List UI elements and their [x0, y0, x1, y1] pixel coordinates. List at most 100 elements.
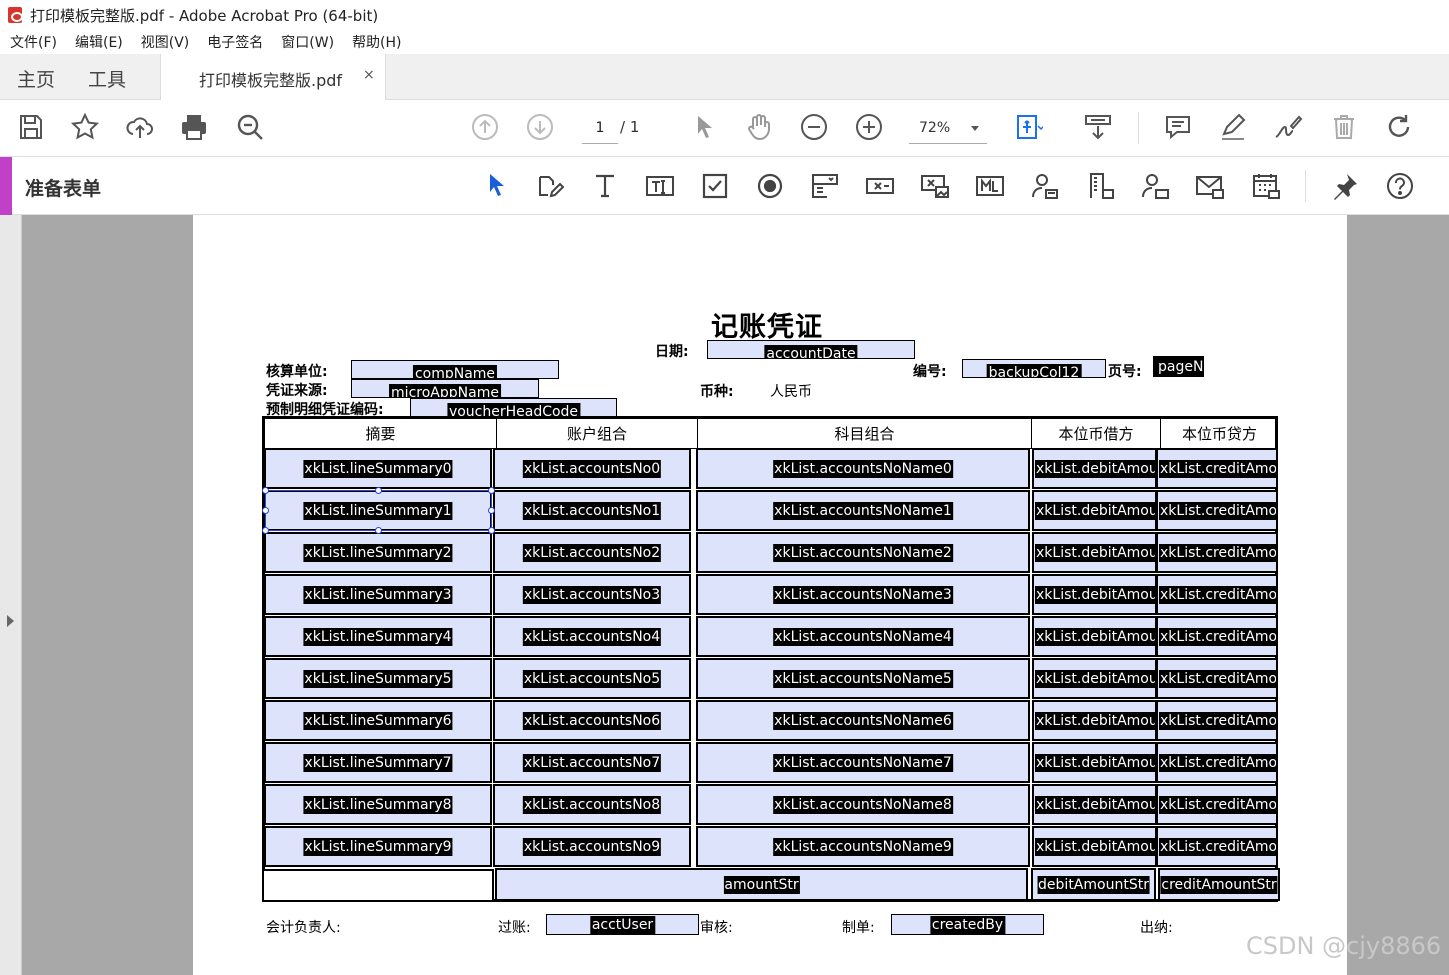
debit-amount-field[interactable]: xkList.debitAmour	[1032, 574, 1157, 615]
debit-amount-field[interactable]: xkList.debitAmour	[1032, 784, 1157, 825]
debit-amount-field[interactable]: xkList.debitAmour	[1032, 742, 1157, 783]
resize-handle[interactable]	[488, 507, 495, 514]
accounts-no-name-field[interactable]: xkList.accountsNoName1	[696, 490, 1030, 531]
credit-amount-field[interactable]: xkList.creditAmou	[1156, 490, 1278, 531]
credit-amount-field[interactable]: xkList.creditAmou	[1156, 700, 1278, 741]
credit-amount-field[interactable]: xkList.creditAmou	[1156, 616, 1278, 657]
accounts-no-field[interactable]: xkList.accountsNo0	[493, 448, 691, 489]
menu-esign[interactable]: 电子签名	[207, 32, 263, 52]
credit-amount-field[interactable]: xkList.creditAmou	[1156, 784, 1278, 825]
accounts-no-name-field[interactable]: xkList.accountsNoName0	[696, 448, 1030, 489]
accounts-no-name-field[interactable]: xkList.accountsNoName8	[696, 784, 1030, 825]
radio-icon[interactable]	[755, 171, 785, 201]
menu-window[interactable]: 窗口(W)	[281, 32, 334, 52]
image-field-icon[interactable]	[920, 171, 950, 201]
voucher-head-code-field[interactable]: voucherHeadCode	[410, 398, 617, 417]
upload-icon[interactable]	[125, 112, 155, 142]
debit-amount-field[interactable]: xkList.debitAmour	[1032, 700, 1157, 741]
menu-file[interactable]: 文件(F)	[10, 32, 57, 52]
created-by-field[interactable]: createdBy	[891, 914, 1044, 935]
debit-amount-field[interactable]: xkList.debitAmour	[1032, 532, 1157, 573]
menu-view[interactable]: 视图(V)	[141, 32, 190, 52]
star-icon[interactable]	[70, 112, 100, 142]
accounts-no-name-field[interactable]: xkList.accountsNoName3	[696, 574, 1030, 615]
resize-handle[interactable]	[375, 487, 382, 494]
accounts-no-name-field[interactable]: xkList.accountsNoName4	[696, 616, 1030, 657]
debit-amount-field[interactable]: xkList.debitAmour	[1032, 658, 1157, 699]
page-number-input[interactable]: 1	[582, 117, 618, 144]
select-arrow-icon[interactable]	[690, 112, 720, 142]
tab-tools[interactable]: 工具	[88, 65, 126, 92]
debit-amount-field[interactable]: xkList.debitAmour	[1032, 448, 1157, 489]
account-date-field[interactable]: accountDate	[707, 340, 915, 359]
credit-amount-field[interactable]: xkList.creditAmou	[1156, 448, 1278, 489]
accounts-no-field[interactable]: xkList.accountsNo5	[493, 658, 691, 699]
accounts-no-field[interactable]: xkList.accountsNo1	[493, 490, 691, 531]
page-n-field[interactable]: pageN	[1153, 356, 1204, 377]
accounts-no-name-field[interactable]: xkList.accountsNoName9	[696, 826, 1030, 867]
zoom-out-icon[interactable]	[799, 112, 829, 142]
page-down-icon[interactable]	[525, 112, 555, 142]
comment-icon[interactable]	[1163, 112, 1193, 142]
accounts-no-field[interactable]: xkList.accountsNo9	[493, 826, 691, 867]
building-icon[interactable]	[1086, 171, 1116, 201]
rotate-icon[interactable]	[1384, 112, 1414, 142]
accounts-no-field[interactable]: xkList.accountsNo8	[493, 784, 691, 825]
accounts-no-name-field[interactable]: xkList.accountsNoName2	[696, 532, 1030, 573]
resize-handle[interactable]	[262, 527, 269, 534]
cursor-icon[interactable]	[482, 171, 512, 201]
micro-app-name-field[interactable]: microAppName	[351, 379, 539, 398]
line-summary-field[interactable]: xkList.lineSummary6	[264, 700, 492, 741]
credit-amount-field[interactable]: xkList.creditAmou	[1156, 532, 1278, 573]
credit-amount-field[interactable]: xkList.creditAmou	[1156, 742, 1278, 783]
debit-amount-field[interactable]: xkList.debitAmour	[1032, 490, 1157, 531]
line-summary-field[interactable]: xkList.lineSummary0	[264, 448, 492, 489]
pin-icon[interactable]	[1330, 171, 1360, 201]
line-summary-field[interactable]: xkList.lineSummary2	[264, 532, 492, 573]
resize-handle[interactable]	[488, 527, 495, 534]
menu-edit[interactable]: 编辑(E)	[75, 32, 123, 52]
credit-amount-field[interactable]: xkList.creditAmou	[1156, 574, 1278, 615]
expand-panel-icon[interactable]	[7, 615, 14, 627]
barcode-icon[interactable]	[975, 171, 1005, 201]
comp-name-field[interactable]: compName	[351, 360, 559, 379]
line-summary-field[interactable]: xkList.lineSummary5	[264, 658, 492, 699]
delete-icon[interactable]	[1329, 112, 1359, 142]
text-icon[interactable]	[590, 171, 620, 201]
checkbox-icon[interactable]	[700, 171, 730, 201]
left-panel-rail[interactable]	[0, 215, 22, 975]
backup-col12-field[interactable]: backupCol12	[962, 359, 1106, 378]
edit-form-icon[interactable]	[535, 171, 565, 201]
credit-amount-field[interactable]: xkList.creditAmou	[1156, 826, 1278, 867]
accounts-no-field[interactable]: xkList.accountsNo2	[493, 532, 691, 573]
highlight-pen-icon[interactable]	[1218, 112, 1248, 142]
accounts-no-field[interactable]: xkList.accountsNo6	[493, 700, 691, 741]
accounts-no-field[interactable]: xkList.accountsNo7	[493, 742, 691, 783]
zoom-search-icon[interactable]	[235, 112, 265, 142]
line-summary-field[interactable]: xkList.lineSummary3	[264, 574, 492, 615]
button-field-icon[interactable]	[865, 171, 895, 201]
email-icon[interactable]	[1195, 171, 1225, 201]
credit-amount-str-field[interactable]: creditAmountStr	[1158, 868, 1280, 901]
resize-handle[interactable]	[488, 487, 495, 494]
line-summary-field[interactable]: xkList.lineSummary8	[264, 784, 492, 825]
tab-document[interactable]: 打印模板完整版.pdf ×	[160, 54, 386, 100]
menu-help[interactable]: 帮助(H)	[352, 32, 401, 52]
debit-amount-field[interactable]: xkList.debitAmour	[1032, 826, 1157, 867]
zoom-in-icon[interactable]	[854, 112, 884, 142]
save-icon[interactable]	[16, 112, 46, 142]
person-icon[interactable]	[1030, 171, 1060, 201]
text-field-icon[interactable]	[645, 171, 675, 201]
line-summary-field[interactable]: xkList.lineSummary7	[264, 742, 492, 783]
accounts-no-field[interactable]: xkList.accountsNo3	[493, 574, 691, 615]
person-alt-icon[interactable]	[1140, 171, 1170, 201]
resize-handle[interactable]	[375, 527, 382, 534]
zoom-level-select[interactable]: 72%	[909, 117, 987, 144]
accounts-no-name-field[interactable]: xkList.accountsNoName6	[696, 700, 1030, 741]
resize-handle[interactable]	[262, 487, 269, 494]
page-up-icon[interactable]	[470, 112, 500, 142]
debit-amount-field[interactable]: xkList.debitAmour	[1032, 616, 1157, 657]
amount-str-field[interactable]: amountStr	[495, 868, 1028, 901]
credit-amount-field[interactable]: xkList.creditAmou	[1156, 658, 1278, 699]
resize-handle[interactable]	[262, 507, 269, 514]
